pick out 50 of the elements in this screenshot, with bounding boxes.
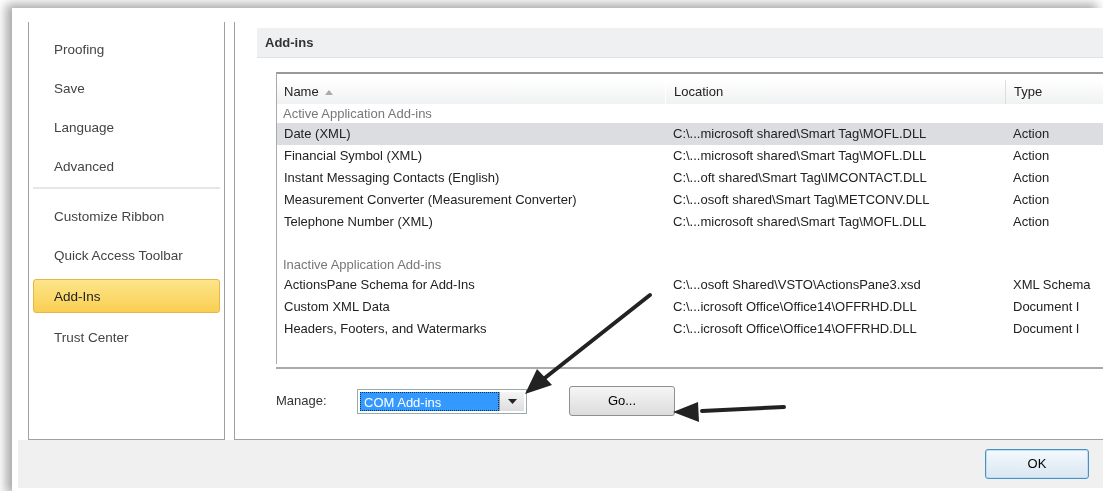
table-cell-text: C:\...microsoft shared\Smart Tag\MOFL.DLL xyxy=(672,125,928,143)
table-cell-text: Action xyxy=(1012,169,1051,187)
table-cell-text: C:\...microsoft shared\Smart Tag\MOFL.DLL xyxy=(672,213,928,231)
table-row[interactable]: Headers, Footers, and Watermarks C:\...icrosoft Office\Office14\OFFRHD.DLL Document I xyxy=(277,318,1103,340)
table-row[interactable]: Measurement Converter (Measurement Converter) C:\...osoft shared\Smart Tag\METCONV.DLL Action xyxy=(277,189,1103,211)
table-cell-text: Headers, Footers, and Watermarks xyxy=(283,320,488,338)
column-header[interactable]: Location xyxy=(665,80,1005,104)
table-cell-text: C:\...icrosoft Office\Office14\OFFRHD.DLL xyxy=(672,298,918,316)
table-cell-text: XML Schema xyxy=(1012,276,1092,294)
table-cell-text: Document I xyxy=(1012,298,1081,316)
table-cell-text: Document I xyxy=(1012,320,1081,338)
table-cell-text: C:\...osoft Shared\VSTO\ActionsPane3.xsd xyxy=(672,276,922,294)
group-heading: Active Application Add-ins xyxy=(282,105,433,123)
column-header[interactable]: Name xyxy=(284,80,319,104)
go-button[interactable]: Go... xyxy=(569,386,675,416)
table-cell-text: C:\...microsoft shared\Smart Tag\MOFL.DLL xyxy=(672,147,928,165)
sidebar-item[interactable]: Add-Ins xyxy=(33,279,220,313)
section-title: Add-ins xyxy=(257,28,1103,58)
sidebar-item[interactable]: Language xyxy=(33,112,220,142)
table-cell-text: C:\...oft shared\Smart Tag\IMCONTACT.DLL xyxy=(672,169,928,187)
column-header[interactable]: Type xyxy=(1005,80,1095,104)
group-heading: Inactive Application Add-ins xyxy=(282,256,443,274)
table-row[interactable]: Telephone Number (XML) C:\...microsoft shared\Smart Tag\MOFL.DLL Action xyxy=(277,211,1103,233)
table-cell-text: Action xyxy=(1012,213,1051,231)
table-cell-text: Telephone Number (XML) xyxy=(283,213,434,231)
table-cell-text: Action xyxy=(1012,191,1051,209)
sidebar-item[interactable]: Save xyxy=(33,73,220,103)
table-cell-text: ActionsPane Schema for Add-Ins xyxy=(283,276,476,294)
table-row[interactable]: Instant Messaging Contacts (English) C:\...oft shared\Smart Tag\IMCONTACT.DLL Action xyxy=(277,167,1103,189)
sidebar-item[interactable]: Advanced xyxy=(33,151,220,181)
sidebar-item[interactable]: Proofing xyxy=(33,34,220,64)
table-cell-text: C:\...icrosoft Office\Office14\OFFRHD.DLL xyxy=(672,320,918,338)
table-cell-text: Financial Symbol (XML) xyxy=(283,147,423,165)
table-cell-text: Custom XML Data xyxy=(283,298,391,316)
table-cell-text: Instant Messaging Contacts (English) xyxy=(283,169,501,187)
sidebar-item[interactable]: Trust Center xyxy=(33,322,220,352)
table-cell-text: Date (XML) xyxy=(283,125,352,143)
sidebar-item[interactable]: Customize Ribbon xyxy=(33,201,220,231)
sidebar-item[interactable]: Quick Access Toolbar xyxy=(33,240,220,270)
table-cell-text: Measurement Converter (Measurement Converter) xyxy=(283,191,578,209)
table-row[interactable]: ActionsPane Schema for Add-Ins C:\...osoft Shared\VSTO\ActionsPane3.xsd XML Schema xyxy=(277,274,1103,296)
manage-label: Manage: xyxy=(276,392,328,411)
table-cell-text: C:\...osoft shared\Smart Tag\METCONV.DLL xyxy=(672,191,931,209)
ok-button[interactable]: OK xyxy=(985,449,1089,479)
table-row[interactable]: Financial Symbol (XML) C:\...microsoft shared\Smart Tag\MOFL.DLL Action xyxy=(277,145,1103,167)
table-row[interactable]: Date (XML) C:\...microsoft shared\Smart Tag\MOFL.DLL Action xyxy=(277,123,1103,145)
table-cell-text: Action xyxy=(1012,125,1051,143)
table-cell-text: Action xyxy=(1012,147,1051,165)
table-row[interactable]: Custom XML Data C:\...icrosoft Office\Office14\OFFRHD.DLL Document I xyxy=(277,296,1103,318)
dropdown-arrow-icon xyxy=(507,398,517,404)
